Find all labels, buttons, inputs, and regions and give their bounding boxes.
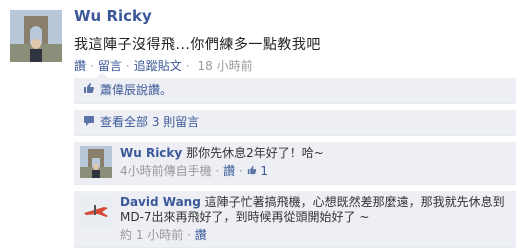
post-timestamp[interactable]: 18 小時前 (198, 59, 253, 73)
likes-row: 蕭偉辰說讚。 (74, 72, 516, 104)
like-link[interactable]: 讚 (74, 59, 86, 73)
post-author-avatar[interactable] (10, 10, 62, 62)
comment-body: Wu Ricky 那你先休息2年好了！哈~ 4小時前傳自手機 · 讚 · 1 (120, 146, 510, 179)
thumbs-up-icon (247, 164, 261, 178)
comment-author-name[interactable]: Wu Ricky (120, 146, 182, 160)
post-author-name[interactable]: Wu Ricky (74, 7, 152, 25)
comment-meta: 4小時前傳自手機 · 讚 · 1 (120, 164, 269, 178)
comment-timestamp[interactable]: 約 1 小時前 (120, 228, 183, 242)
separator: · (185, 59, 190, 73)
comment-timestamp[interactable]: 4小時前傳自手機 (120, 164, 212, 178)
comment-link[interactable]: 留言 (98, 59, 122, 73)
comment-item: Wu Ricky 那你先休息2年好了！哈~ 4小時前傳自手機 · 讚 · 1 (74, 142, 516, 185)
comment-text: 那你先休息2年好了！哈~ (186, 146, 324, 160)
comment-author-name[interactable]: David Wang (120, 195, 201, 209)
separator: · (125, 59, 130, 73)
comment-like-link[interactable]: 讚 (195, 228, 207, 242)
follow-post-link[interactable]: 追蹤貼文 (134, 59, 182, 73)
view-all-comments-row[interactable]: 查看全部 3 則留言 (74, 110, 516, 136)
view-all-comments-link[interactable]: 查看全部 3 則留言 (100, 115, 199, 129)
comment-like-count[interactable]: 1 (260, 164, 268, 178)
comment-bubble-icon (82, 110, 96, 135)
comment-body: David Wang 這陣子忙著搞飛機，心想既然差那麼遠，那我就先休息到MD-7… (120, 195, 510, 243)
feedback-area: 蕭偉辰說讚。 查看全部 3 則留言 Wu Ricky 那你先休息2年好了！哈~ … (74, 72, 516, 248)
comment-author-avatar[interactable] (80, 146, 112, 178)
comment-author-avatar[interactable] (80, 195, 112, 227)
comment-meta: 約 1 小時前 · 讚 (120, 228, 207, 242)
thumbs-up-icon (82, 78, 96, 103)
separator: · (90, 59, 94, 73)
comment-like-link[interactable]: 讚 (223, 164, 235, 178)
post-text: 我這陣子沒得飛...你們練多一點教我吧 (74, 37, 321, 53)
likes-text[interactable]: 蕭偉辰說讚。 (100, 83, 172, 97)
comment-item: David Wang 這陣子忙著搞飛機，心想既然差那麼遠，那我就先休息到MD-7… (74, 191, 516, 248)
